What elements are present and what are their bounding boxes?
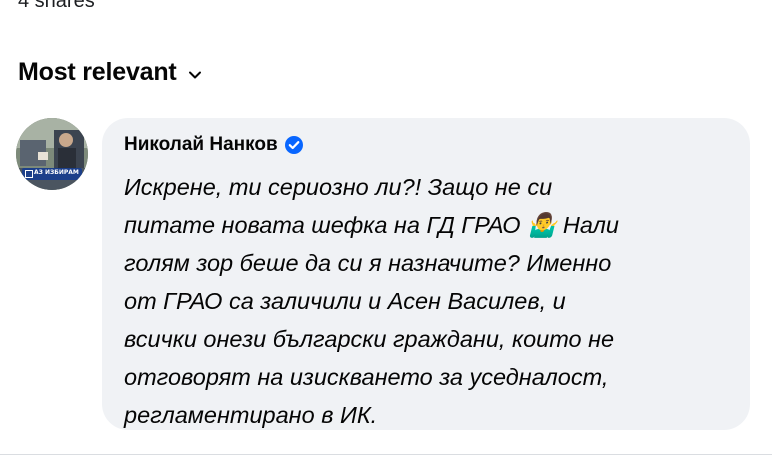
verified-badge-icon (284, 136, 303, 154)
comment-text: Искрене, ти сериозно ли?! Защо не си пит… (124, 174, 619, 428)
avatar-badge-text: АЗ ИЗБИРАМ (34, 169, 79, 176)
checkbox-icon (25, 170, 33, 178)
commenter-avatar[interactable]: АЗ ИЗБИРАМ (16, 118, 88, 190)
chevron-down-icon (188, 71, 201, 78)
comment-bubble: Николай Нанков Искрене, ти сериозно ли?!… (102, 118, 750, 430)
comment-author-row: Николай Нанков (124, 134, 304, 156)
avatar-frame-badge: АЗ ИЗБИРАМ (22, 168, 82, 180)
comments-sort-dropdown[interactable]: Most relevant (18, 58, 203, 87)
comment-author-name[interactable]: Николай Нанков (124, 134, 278, 156)
divider (0, 454, 772, 455)
comments-sort-label: Most relevant (18, 58, 177, 86)
shares-count[interactable]: 4 shares (18, 0, 95, 13)
